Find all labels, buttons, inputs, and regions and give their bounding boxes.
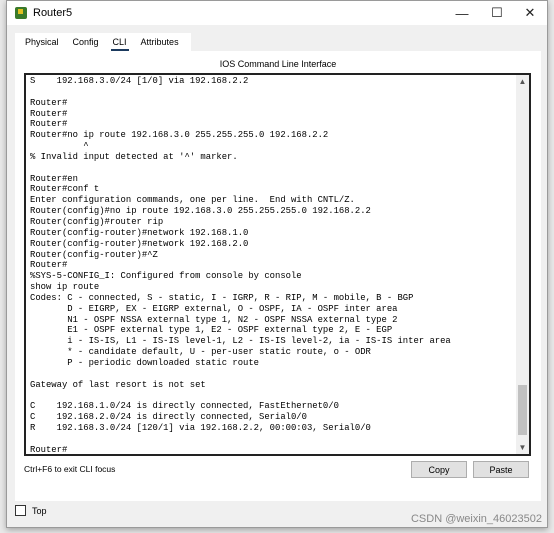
copy-button[interactable]: Copy xyxy=(411,461,467,478)
tab-bar: Physical Config CLI Attributes xyxy=(15,33,191,52)
scroll-down-icon[interactable]: ▼ xyxy=(516,443,529,452)
tab-physical[interactable]: Physical xyxy=(19,33,67,51)
watermark: CSDN @weixin_46023502 xyxy=(410,513,542,525)
window-title: Router5 xyxy=(33,7,73,19)
cli-scrollbar[interactable]: ▲ ▼ xyxy=(516,75,529,454)
cli-output[interactable]: S 192.168.3.0/24 [1/0] via 192.168.2.2 R… xyxy=(26,75,529,454)
cli-panel: IOS Command Line Interface S 192.168.3.0… xyxy=(15,51,541,501)
router-app-icon xyxy=(15,7,27,19)
router-window: Router5 — ☐ ✕ Physical Config CLI Attrib… xyxy=(6,0,548,528)
tab-attributes[interactable]: Attributes xyxy=(135,33,187,51)
scroll-thumb[interactable] xyxy=(518,385,527,435)
paste-button[interactable]: Paste xyxy=(473,461,529,478)
close-button[interactable]: ✕ xyxy=(515,1,545,25)
top-checkbox[interactable]: Top xyxy=(15,505,47,516)
tab-cli[interactable]: CLI xyxy=(107,33,135,52)
cli-terminal[interactable]: S 192.168.3.0/24 [1/0] via 192.168.2.2 R… xyxy=(24,73,531,456)
cli-focus-hint: Ctrl+F6 to exit CLI focus xyxy=(24,464,116,474)
top-label: Top xyxy=(32,505,47,516)
title-bar[interactable]: Router5 — ☐ ✕ xyxy=(7,1,547,25)
checkbox-icon[interactable] xyxy=(15,505,26,516)
minimize-button[interactable]: — xyxy=(447,1,477,25)
maximize-button[interactable]: ☐ xyxy=(482,1,512,25)
scroll-up-icon[interactable]: ▲ xyxy=(516,77,529,86)
tab-config[interactable]: Config xyxy=(67,33,107,51)
cli-title: IOS Command Line Interface xyxy=(219,59,337,69)
